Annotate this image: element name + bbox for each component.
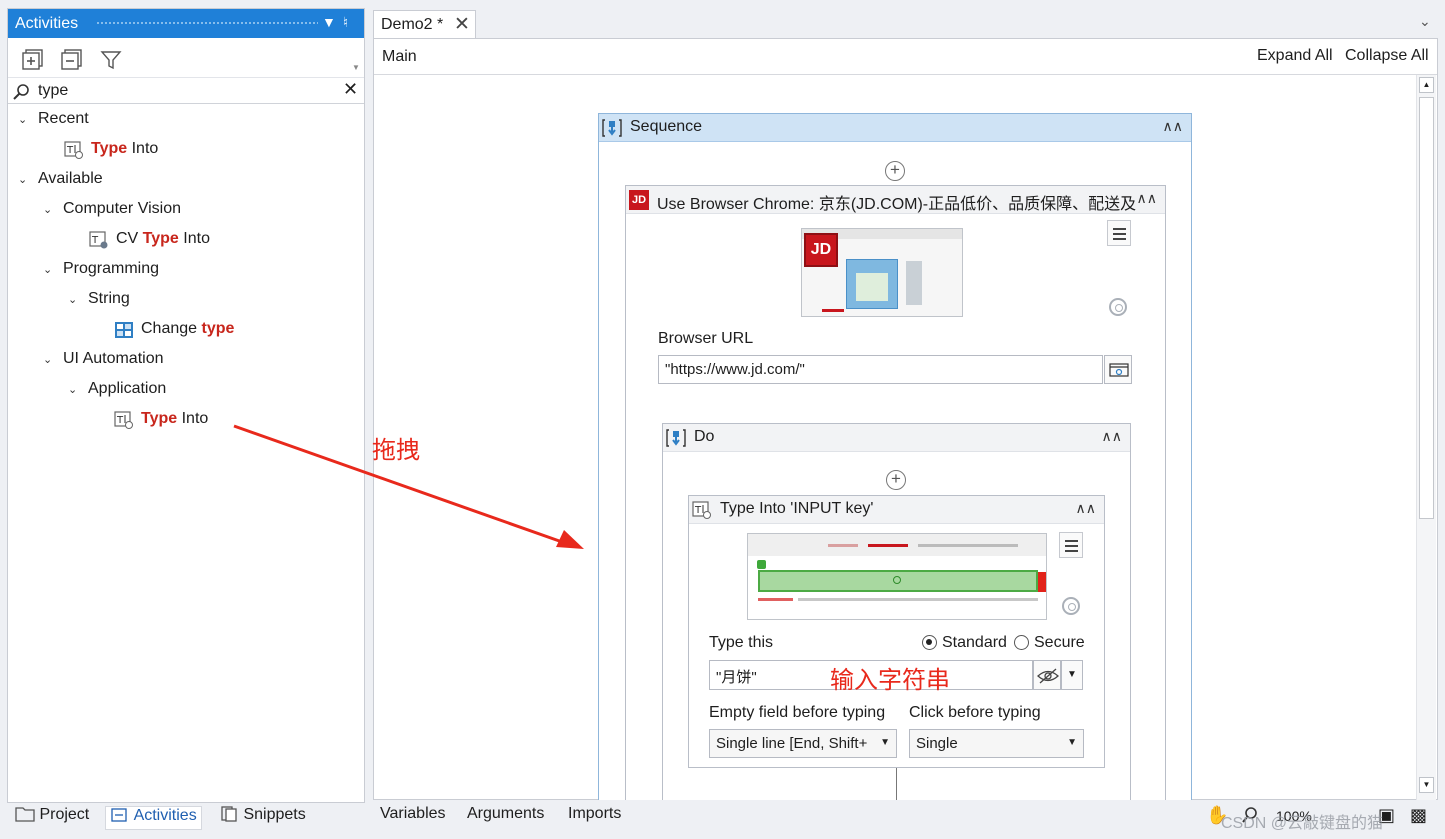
activities-panel: Activities ▼ ♮ ▼ ✕ ⌄ Recent T <box>7 8 365 803</box>
empty-field-select[interactable]: Single line [End, Shift+ ▼ <box>709 729 897 758</box>
collapse-icon[interactable]: ∧∧ <box>1163 118 1184 135</box>
browser-window-icon <box>1109 363 1129 377</box>
radio-secure-label[interactable]: Secure <box>1034 634 1085 652</box>
type-into-icon: T <box>64 141 83 159</box>
imports-tab[interactable]: Imports <box>568 805 621 823</box>
change-type-icon <box>115 322 133 338</box>
search-icon <box>13 84 29 100</box>
scrollbar-thumb[interactable] <box>1419 97 1434 519</box>
chevron-down-icon[interactable]: ⌄ <box>18 113 30 126</box>
expand-all-icon[interactable] <box>22 49 44 71</box>
svg-text:T: T <box>116 415 124 426</box>
empty-field-label: Empty field before typing <box>709 704 886 721</box>
tab-snippets[interactable]: Snippets <box>215 806 310 830</box>
add-activity-icon[interactable]: + <box>886 470 906 490</box>
collapse-all-icon[interactable] <box>61 49 83 71</box>
jd-logo-icon: JD <box>804 233 838 267</box>
scroll-up-button[interactable]: ▲ <box>1419 77 1434 93</box>
scroll-down-button[interactable]: ▼ <box>1419 777 1434 793</box>
radio-standard-label[interactable]: Standard <box>942 634 1007 652</box>
chevron-down-icon[interactable]: ⌄ <box>1419 13 1431 30</box>
sequence-icon <box>666 429 686 447</box>
sequence-icon <box>602 119 622 137</box>
options-menu-button[interactable] <box>1059 532 1083 558</box>
filter-icon[interactable] <box>100 49 122 71</box>
chevron-down-icon[interactable]: ▼ <box>322 14 336 30</box>
chevron-down-icon[interactable]: ⌄ <box>18 173 30 186</box>
svg-text:T: T <box>91 235 99 246</box>
sequence-activity[interactable]: Sequence ∧∧ + JD Use Browser Chrome: 京东(… <box>598 113 1192 814</box>
target-icon[interactable] <box>1109 298 1127 316</box>
svg-text:T: T <box>66 145 74 156</box>
collapse-icon[interactable]: ∧∧ <box>1076 500 1097 517</box>
chevron-down-icon[interactable]: ⌄ <box>43 203 55 216</box>
activities-icon <box>111 808 127 822</box>
do-header[interactable]: Do ∧∧ <box>663 424 1130 452</box>
clear-search-icon[interactable]: ✕ <box>343 79 358 100</box>
designer-header: Main Expand All Collapse All <box>374 39 1437 75</box>
arguments-tab[interactable]: Arguments <box>467 805 544 823</box>
activities-title: Activities <box>15 15 79 32</box>
dropdown-arrow-icon: ▼ <box>878 737 890 748</box>
cv-type-into-icon: T <box>89 231 108 249</box>
browser-url-label: Browser URL <box>658 330 754 347</box>
search-row: ✕ <box>8 77 364 104</box>
chevron-down-icon[interactable]: ⌄ <box>68 383 80 396</box>
expand-all-button[interactable]: Expand All <box>1257 47 1333 65</box>
dropdown-arrow-icon: ▼ <box>1067 737 1077 748</box>
watermark: CSDN @云敲键盘的猫 <box>1221 815 1384 832</box>
use-browser-header[interactable]: JD Use Browser Chrome: 京东(JD.COM)-正品低价、品… <box>626 186 1165 214</box>
do-sequence[interactable]: Do ∧∧ + T Type Into 'INPUT key' ∧∧ Type … <box>662 423 1131 814</box>
type-into-activity[interactable]: T Type Into 'INPUT key' ∧∧ Type this Sta… <box>688 495 1105 768</box>
chevron-down-icon[interactable]: ⌄ <box>43 353 55 366</box>
type-into-icon: T <box>692 501 711 519</box>
sequence-header[interactable]: Sequence ∧∧ <box>599 114 1191 142</box>
vertical-scrollbar[interactable]: ▲ ▼ <box>1416 75 1436 800</box>
toggle-visibility-button[interactable] <box>1033 660 1061 690</box>
snippets-icon <box>221 806 237 822</box>
collapse-icon[interactable]: ∧∧ <box>1137 190 1158 207</box>
tab-activities[interactable]: Activities <box>105 806 202 830</box>
element-screenshot[interactable] <box>747 533 1047 620</box>
type-into-icon: T <box>114 411 133 429</box>
jd-logo-icon: JD <box>629 190 649 210</box>
folder-icon <box>15 807 35 822</box>
browser-url-input[interactable]: "https://www.jd.com/" <box>658 355 1103 384</box>
header-grip <box>96 21 318 26</box>
pin-icon[interactable]: ♮ <box>343 14 348 31</box>
variables-tab[interactable]: Variables <box>380 805 446 823</box>
type-this-label: Type this <box>709 634 774 651</box>
drag-annotation: 拖拽 <box>372 436 420 464</box>
tab-demo2[interactable]: Demo2 * ✕ <box>373 10 476 38</box>
breadcrumb[interactable]: Main <box>382 48 417 66</box>
designer-bottom-bar: Variables Arguments Imports ✋ 100% ▣ ▩ C… <box>373 800 1445 833</box>
chevron-down-icon[interactable]: ⌄ <box>68 293 80 306</box>
radio-standard[interactable] <box>922 635 937 650</box>
overview-icon[interactable]: ▩ <box>1410 805 1427 826</box>
browser-picker-button[interactable] <box>1104 355 1132 384</box>
bottom-panel-tabs: Project Activities Snippets <box>7 803 365 833</box>
overflow-icon[interactable]: ▼ <box>352 63 360 72</box>
chevron-down-icon[interactable]: ⌄ <box>43 263 55 276</box>
options-menu-button[interactable] <box>1107 220 1131 246</box>
add-activity-icon[interactable]: + <box>885 161 905 181</box>
tab-project[interactable]: Project <box>11 806 93 830</box>
radio-secure[interactable] <box>1014 635 1029 650</box>
input-string-annotation: 输入字符串 <box>830 666 950 694</box>
browser-screenshot[interactable]: JD <box>801 228 963 317</box>
click-before-label: Click before typing <box>909 704 1041 721</box>
use-browser-activity[interactable]: JD Use Browser Chrome: 京东(JD.COM)-正品低价、品… <box>625 185 1166 814</box>
target-icon[interactable] <box>1062 597 1080 615</box>
search-input[interactable] <box>38 81 338 101</box>
activities-header: Activities ▼ ♮ <box>8 9 364 38</box>
close-icon[interactable]: ✕ <box>454 13 470 36</box>
collapse-all-button[interactable]: Collapse All <box>1345 47 1429 65</box>
collapse-icon[interactable]: ∧∧ <box>1102 428 1123 445</box>
eye-slash-icon <box>1037 668 1059 684</box>
type-into-header[interactable]: T Type Into 'INPUT key' ∧∧ <box>689 496 1104 524</box>
svg-text:T: T <box>694 505 702 516</box>
click-before-select[interactable]: Single ▼ <box>909 729 1084 758</box>
text-options-dropdown[interactable]: ▼ <box>1061 660 1083 690</box>
